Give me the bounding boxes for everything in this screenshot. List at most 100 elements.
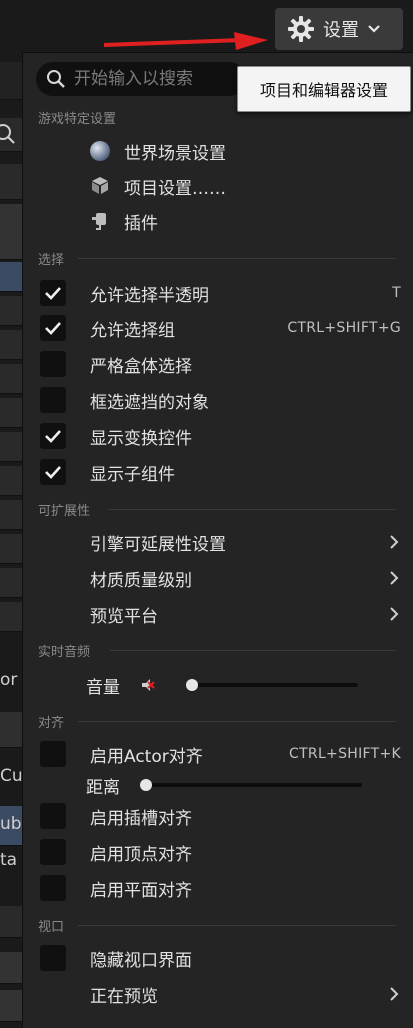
bg-row xyxy=(0,296,22,326)
section-label: 实时音频 xyxy=(38,645,91,660)
gear-icon xyxy=(288,16,314,42)
section-header-realtime-audio: 实时音频 xyxy=(38,641,90,660)
menu-item-show-subcomponents[interactable]: 显示子组件 xyxy=(40,455,401,489)
red-arrow-annotation-icon xyxy=(103,32,268,50)
menu-item-enable-vertex-snap[interactable]: 启用顶点对齐 xyxy=(40,835,401,869)
bg-row xyxy=(0,330,22,360)
bg-row xyxy=(0,952,22,984)
checkbox[interactable] xyxy=(40,839,66,865)
project-settings-icon xyxy=(92,177,108,194)
distance-slider-knob[interactable] xyxy=(140,779,152,791)
menu-item-label: 启用插槽对齐 xyxy=(90,808,192,829)
menu-search-box[interactable] xyxy=(36,62,246,96)
menu-item-show-transform-widget[interactable]: 显示变换控件 xyxy=(40,419,401,453)
section-header-viewport: 视口 xyxy=(38,916,64,935)
volume-slider[interactable] xyxy=(186,679,358,691)
bg-row-selected xyxy=(0,262,22,292)
bg-search-icon xyxy=(0,118,22,152)
checkbox[interactable] xyxy=(40,459,66,485)
menu-item-preview-platform[interactable]: 预览平台 xyxy=(40,597,401,631)
distance-slider[interactable] xyxy=(140,779,362,791)
shortcut-label: CTRL+SHIFT+K xyxy=(289,746,401,762)
bg-row xyxy=(0,712,22,748)
menu-item-label: 允许选择半透明 xyxy=(90,285,209,306)
checkbox[interactable] xyxy=(40,387,66,413)
volume-row: 音量 xyxy=(40,668,401,702)
checkmark-icon xyxy=(45,430,61,443)
menu-item-label: 框选遮挡的对象 xyxy=(90,392,209,413)
chevron-right-icon xyxy=(390,987,399,1001)
menu-item-project-settings[interactable]: 项目设置…… xyxy=(88,169,226,203)
checkbox[interactable] xyxy=(40,280,66,306)
shortcut-label: CTRL+SHIFT+G xyxy=(287,320,401,336)
search-input[interactable] xyxy=(74,69,244,89)
menu-item-box-select-occluded[interactable]: 框选遮挡的对象 xyxy=(40,383,401,417)
menu-item-allow-translucent-selection[interactable]: 允许选择半透明 T xyxy=(40,276,401,310)
bg-row xyxy=(0,534,22,564)
bg-text: ub xyxy=(0,814,22,834)
globe-icon xyxy=(90,141,110,161)
distance-row: 距离 xyxy=(40,768,401,802)
section-header-snapping: 对齐 xyxy=(38,712,64,731)
menu-item-enable-socket-snap[interactable]: 启用插槽对齐 xyxy=(40,799,401,833)
settings-button[interactable]: 设置 xyxy=(275,8,403,50)
menu-item-strict-box-selection[interactable]: 严格盒体选择 xyxy=(40,347,401,381)
chevron-right-icon xyxy=(390,607,399,621)
bg-text: ta xyxy=(0,850,18,870)
menu-item-label: 允许选择组 xyxy=(90,320,175,341)
menu-item-world-settings[interactable]: 世界场景设置 xyxy=(88,134,226,168)
menu-item-enable-actor-snap[interactable]: 启用Actor对齐 CTRL+SHIFT+K xyxy=(40,737,401,771)
section-label: 对齐 xyxy=(38,716,65,731)
bg-row xyxy=(0,432,22,462)
shortcut-label: T xyxy=(392,285,401,301)
menu-item-allow-group-selection[interactable]: 允许选择组 CTRL+SHIFT+G xyxy=(40,311,401,345)
bg-row xyxy=(0,204,22,260)
plugin-icon xyxy=(92,213,106,230)
distance-label: 距离 xyxy=(86,777,120,798)
menu-item-material-quality[interactable]: 材质质量级别 xyxy=(40,561,401,595)
section-label: 选择 xyxy=(38,253,65,268)
section-label: 可扩展性 xyxy=(38,504,91,519)
checkbox[interactable] xyxy=(40,875,66,901)
menu-item-label: 世界场景设置 xyxy=(124,143,226,164)
checkbox[interactable] xyxy=(40,945,66,971)
checkmark-icon xyxy=(45,287,61,300)
tooltip: 项目和编辑器设置 xyxy=(237,66,411,112)
bg-text: Cu xyxy=(0,766,22,786)
checkbox[interactable] xyxy=(40,423,66,449)
checkbox[interactable] xyxy=(40,741,66,767)
speaker-muted-icon xyxy=(142,679,155,691)
menu-item-label: 预览平台 xyxy=(90,606,158,627)
menu-item-enable-plane-snap[interactable]: 启用平面对齐 xyxy=(40,871,401,905)
menu-item-label: 启用平面对齐 xyxy=(90,880,192,901)
menu-item-previewing[interactable]: 正在预览 xyxy=(40,977,401,1011)
chevron-right-icon xyxy=(390,571,399,585)
checkmark-icon xyxy=(45,322,61,335)
checkbox[interactable] xyxy=(40,803,66,829)
menu-item-label: 显示子组件 xyxy=(90,464,175,485)
menu-item-label: 启用顶点对齐 xyxy=(90,844,192,865)
menu-item-label: 材质质量级别 xyxy=(90,570,192,591)
menu-item-label: 项目设置…… xyxy=(124,178,226,199)
section-label: 视口 xyxy=(38,920,65,935)
menu-item-label: 启用Actor对齐 xyxy=(90,746,203,767)
section-label: 游戏特定设置 xyxy=(38,112,117,127)
bg-text: or ( xyxy=(0,670,22,690)
bg-row xyxy=(0,602,22,632)
outliner-panel-background: or ( Cu ub ta xyxy=(0,0,22,1028)
menu-item-engine-scalability[interactable]: 引擎可延展性设置 xyxy=(40,525,401,559)
bg-row xyxy=(0,500,22,530)
volume-slider-knob[interactable] xyxy=(186,679,198,691)
checkmark-icon xyxy=(45,466,61,479)
section-divider xyxy=(78,721,396,722)
checkbox[interactable] xyxy=(40,351,66,377)
bg-row xyxy=(0,364,22,394)
bg-row xyxy=(0,990,22,1022)
menu-item-plugins[interactable]: 插件 xyxy=(88,204,158,238)
section-divider xyxy=(78,258,396,259)
section-header-scalability: 可扩展性 xyxy=(38,500,90,519)
menu-item-label: 引擎可延展性设置 xyxy=(90,534,226,555)
chevron-right-icon xyxy=(390,535,399,549)
menu-item-hide-viewport-ui[interactable]: 隐藏视口界面 xyxy=(40,941,401,975)
checkbox[interactable] xyxy=(40,315,66,341)
